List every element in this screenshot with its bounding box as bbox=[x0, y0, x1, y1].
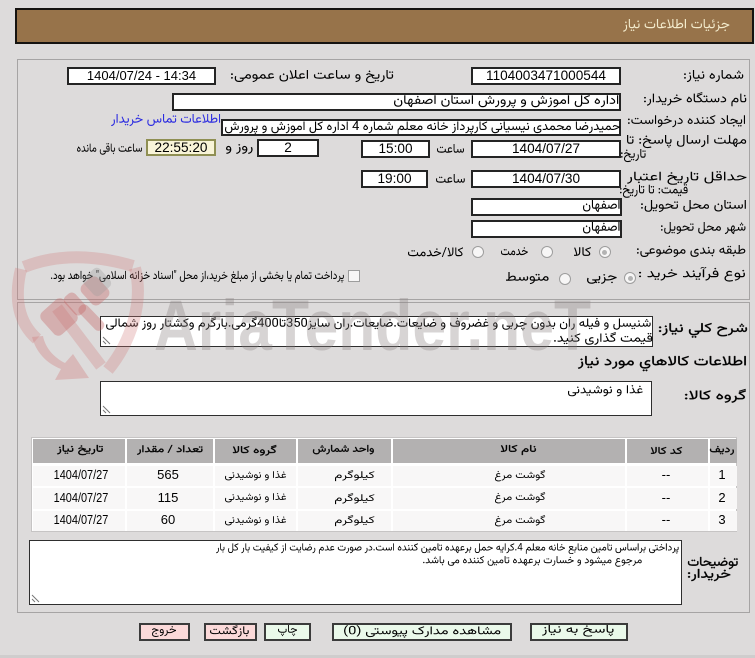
svg-text:AriaTender.neT: AriaTender.neT bbox=[154, 287, 591, 366]
